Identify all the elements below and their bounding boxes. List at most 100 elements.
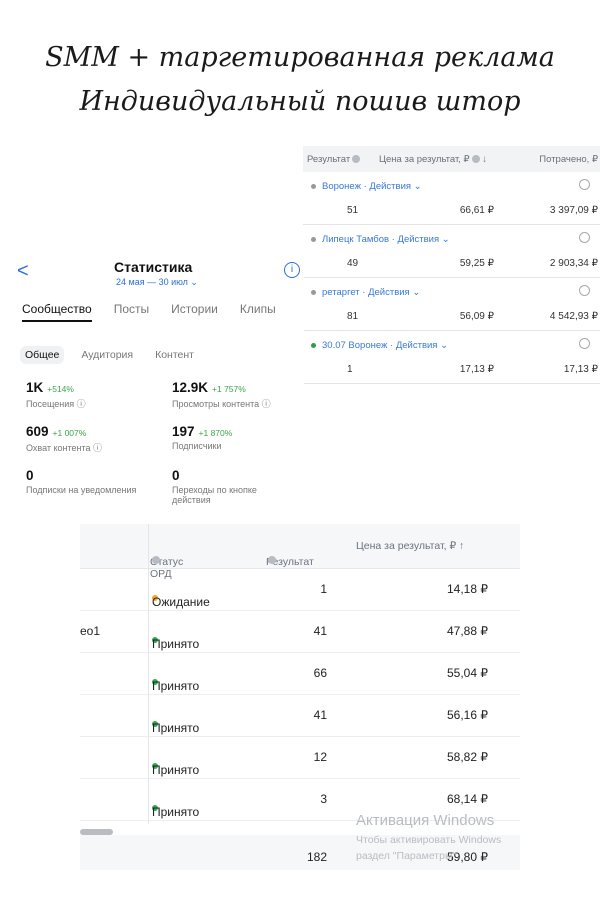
subtab-general[interactable]: Общее bbox=[20, 346, 65, 364]
status-dot-icon bbox=[311, 342, 316, 348]
ad-name: Воронеж · Действия ⌄ bbox=[322, 181, 422, 192]
help-icon bbox=[352, 154, 361, 163]
ad-spent: 17,13 ₽ bbox=[563, 364, 598, 375]
status-dot-icon bbox=[311, 183, 316, 189]
col-ord-price[interactable]: Цена за результат, ₽ ↑ bbox=[356, 540, 464, 552]
ad-result: 49 bbox=[347, 258, 359, 269]
status-text: Ожидание bbox=[152, 595, 210, 609]
community-stats-panel: < Статистика 24 мая — 30 июл ⌄ i Сообщес… bbox=[14, 250, 304, 515]
row-name: eo1 bbox=[80, 624, 101, 638]
stat-subscribers: 197 +1 870% Подписчики bbox=[172, 424, 232, 451]
stat-value: 609 bbox=[26, 424, 49, 439]
ad-name: Липецк Тамбов · Действия ⌄ bbox=[322, 234, 450, 245]
date-range-dropdown[interactable]: 24 мая — 30 июл ⌄ bbox=[116, 277, 198, 288]
status-dot-icon bbox=[311, 236, 316, 242]
row-result: 3 bbox=[320, 792, 327, 806]
tab-stories[interactable]: Истории bbox=[171, 302, 218, 322]
back-icon[interactable]: < bbox=[17, 260, 29, 283]
bulb-icon[interactable] bbox=[579, 338, 590, 349]
stat-label: Подписки на уведомления bbox=[26, 485, 137, 495]
ad-price: 66,61 ₽ bbox=[459, 205, 494, 216]
status-text: Принято bbox=[152, 721, 200, 735]
status-text: Принято bbox=[152, 679, 200, 693]
stat-reach: 609 +1 007% Охват контента ⓘ bbox=[26, 424, 102, 454]
table-row[interactable]: Ожидание 1 14,18 ₽ bbox=[80, 569, 520, 611]
ad-spent: 2 903,34 ₽ bbox=[549, 258, 598, 269]
bulb-icon[interactable] bbox=[579, 232, 590, 243]
row-price: 55,04 ₽ bbox=[447, 666, 488, 680]
tab-posts[interactable]: Посты bbox=[114, 302, 149, 322]
ad-row[interactable]: 30.07 Воронеж · Действия ⌄ 1 17,13 ₽ 17,… bbox=[303, 331, 600, 384]
stat-content-views: 12.9K +1 757% Просмотры контента ⓘ bbox=[172, 380, 271, 410]
stats-header: Статистика bbox=[114, 259, 193, 275]
stat-action-clicks: 0 Переходы по кнопке действия bbox=[172, 468, 282, 505]
ad-row[interactable]: Липецк Тамбов · Действия ⌄ 49 59,25 ₽ 2 … bbox=[303, 225, 600, 278]
ad-row[interactable]: ретаргет · Действия ⌄ 81 56,09 ₽ 4 542,9… bbox=[303, 278, 600, 331]
info-icon[interactable]: i bbox=[284, 262, 300, 278]
bulb-icon[interactable] bbox=[579, 285, 590, 296]
col-price-label: Цена за результат, ₽ bbox=[379, 153, 470, 165]
ad-result: 81 bbox=[347, 311, 359, 322]
ad-name: 30.07 Воронеж · Действия ⌄ bbox=[322, 340, 449, 351]
col-spent[interactable]: Потрачено, ₽ bbox=[539, 154, 598, 165]
page-title-line2: Индивидуальный пошив штор bbox=[79, 86, 521, 117]
row-result: 41 bbox=[313, 708, 327, 722]
subtab-content[interactable]: Контент bbox=[150, 346, 199, 364]
stat-value: 0 bbox=[26, 468, 34, 483]
table-row[interactable]: eo1 Принято 41 47,88 ₽ bbox=[80, 611, 520, 653]
ad-result: 1 bbox=[347, 364, 353, 375]
status-dot-icon bbox=[311, 289, 316, 295]
stat-delta: +1 757% bbox=[212, 384, 246, 394]
ads-campaign-table: Результат Цена за результат, ₽ ↓ Потраче… bbox=[303, 146, 600, 386]
ad-name-link[interactable]: Липецк Тамбов · Действия ⌄ bbox=[311, 234, 450, 245]
stat-value: 1K bbox=[26, 380, 44, 395]
stat-label: Подписчики bbox=[172, 441, 222, 451]
help-icon bbox=[471, 154, 480, 163]
row-price: 68,14 ₽ bbox=[447, 792, 488, 806]
stat-value: 0 bbox=[172, 468, 180, 483]
row-result: 66 bbox=[313, 666, 327, 680]
col-price[interactable]: Цена за результат, ₽ ↓ bbox=[379, 154, 505, 165]
tab-community[interactable]: Сообщество bbox=[22, 302, 92, 322]
col-result[interactable]: Результат bbox=[307, 154, 379, 165]
bulb-icon[interactable] bbox=[579, 179, 590, 190]
table-row[interactable]: Принято 41 56,16 ₽ bbox=[80, 695, 520, 737]
stats-subtabs: Общее Аудитория Контент bbox=[20, 346, 211, 364]
stat-label: Посещения ⓘ bbox=[26, 399, 86, 409]
tab-clips[interactable]: Клипы bbox=[240, 302, 276, 322]
row-result: 41 bbox=[313, 624, 327, 638]
row-result: 1 bbox=[320, 582, 327, 596]
stat-label: Переходы по кнопке действия bbox=[172, 485, 257, 505]
row-price: 58,82 ₽ bbox=[447, 750, 488, 764]
ad-row[interactable]: Воронеж · Действия ⌄ 51 66,61 ₽ 3 397,09… bbox=[303, 172, 600, 225]
ad-name-link[interactable]: ретаргет · Действия ⌄ bbox=[311, 287, 420, 298]
status-text: Принято bbox=[152, 763, 200, 777]
ord-table-header: Статус ОРД Результат Цена за результат, … bbox=[80, 524, 520, 580]
status-text: Принято bbox=[152, 637, 200, 651]
ad-name-link[interactable]: Воронеж · Действия ⌄ bbox=[311, 181, 422, 192]
windows-activation-watermark: Активация Windows bbox=[356, 812, 495, 829]
row-result: 12 bbox=[313, 750, 327, 764]
row-price: 56,16 ₽ bbox=[447, 708, 488, 722]
stat-value: 197 bbox=[172, 424, 195, 439]
total-result: 182 bbox=[306, 850, 327, 864]
ad-spent: 4 542,93 ₽ bbox=[549, 311, 598, 322]
stat-delta: +1 007% bbox=[52, 428, 87, 438]
table-row[interactable]: Принято 66 55,04 ₽ bbox=[80, 653, 520, 695]
col-result-label: Результат bbox=[307, 153, 351, 165]
ad-name-link[interactable]: 30.07 Воронеж · Действия ⌄ bbox=[311, 340, 448, 351]
subtab-audience[interactable]: Аудитория bbox=[76, 346, 138, 364]
ad-price: 17,13 ₽ bbox=[459, 364, 494, 375]
ad-name: ретаргет · Действия ⌄ bbox=[322, 287, 421, 298]
help-icon bbox=[152, 556, 160, 564]
page-title-line1: SMM + таргетированная реклама bbox=[45, 42, 555, 73]
stats-tabs: Сообщество Посты Истории Клипы bbox=[22, 302, 298, 322]
ads-table-header: Результат Цена за результат, ₽ ↓ Потраче… bbox=[303, 146, 600, 172]
table-row[interactable]: Принято 12 58,82 ₽ bbox=[80, 737, 520, 779]
stat-delta: +1 870% bbox=[198, 428, 233, 438]
watermark-line1: Чтобы активировать Windows bbox=[356, 834, 502, 846]
ad-spent: 3 397,09 ₽ bbox=[549, 205, 598, 216]
stat-visits: 1K +514% Посещения ⓘ bbox=[26, 380, 86, 410]
ad-price: 56,09 ₽ bbox=[459, 311, 494, 322]
stat-value: 12.9K bbox=[172, 380, 209, 395]
